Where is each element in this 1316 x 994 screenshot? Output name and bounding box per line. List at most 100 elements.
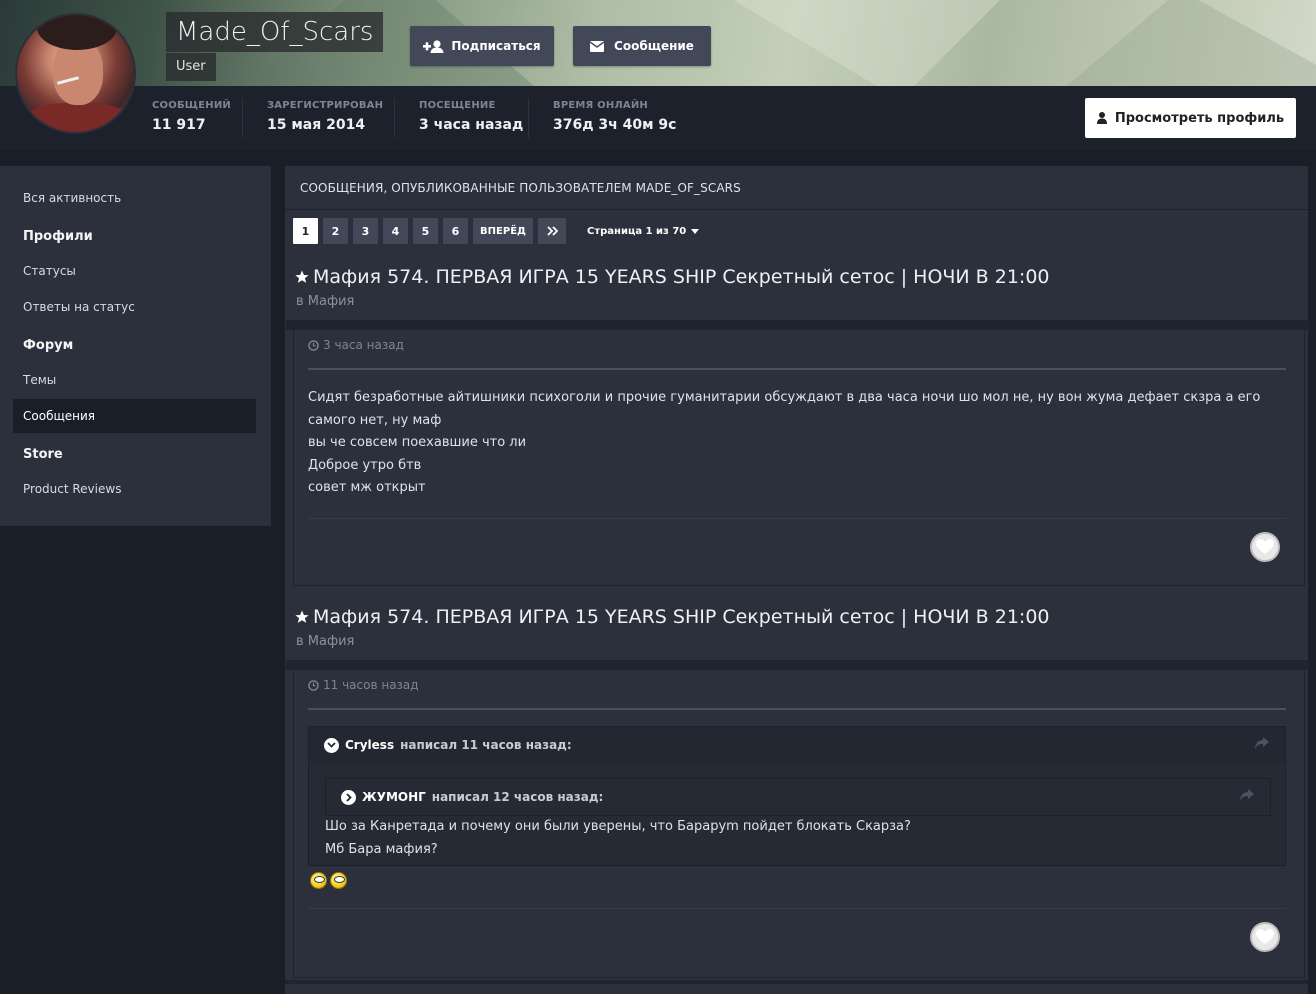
stat-label: ПОСЕЩЕНИЕ (419, 100, 496, 111)
next-page-button[interactable]: ВПЕРЁД (473, 218, 533, 244)
share-icon[interactable] (1240, 789, 1254, 801)
profile-group: User (166, 53, 216, 81)
post-title[interactable]: Мафия 574. ПЕРВАЯ ИГРА 15 YEARS SHIP Сек… (285, 606, 1308, 628)
follow-button[interactable]: Подписаться (410, 26, 554, 66)
page-button-4[interactable]: 4 (383, 218, 408, 244)
stat-last-visit: ПОСЕЩЕНИЕ 3 часа назад (419, 100, 523, 133)
stat-divider (394, 98, 395, 138)
post-title-text: Мафия 574. ПЕРВАЯ ИГРА 15 YEARS SHIP Сек… (313, 266, 1050, 288)
quote-body: Шо за Канретада и почему они были уверен… (325, 816, 911, 861)
message-button[interactable]: Сообщение (573, 26, 711, 66)
post-time[interactable]: 11 часов назад (308, 678, 419, 692)
sidebar-item-posts[interactable]: Сообщения (13, 399, 256, 433)
quote-wrote: написал 11 часов назад: (400, 738, 572, 752)
page-button-5[interactable]: 5 (413, 218, 438, 244)
quote-wrote: написал 12 часов назад: (431, 790, 604, 804)
message-label: Сообщение (614, 39, 694, 53)
star-icon (295, 610, 309, 623)
share-icon[interactable] (1255, 737, 1269, 749)
profile-username: Made_Of_Scars (166, 12, 384, 52)
caret-down-icon (691, 228, 700, 234)
sidebar-item-product-reviews[interactable]: Product Reviews (13, 472, 256, 506)
chevron-down-icon[interactable] (324, 737, 339, 753)
stat-label: ВРЕМЯ ОНЛАЙН (553, 100, 648, 111)
stat-divider (242, 98, 243, 138)
page-info: Страница 1 из 70 (587, 225, 687, 237)
post-header: Мафия 574. ПЕРВАЯ ИГРА 15 YEARS SHIP Сек… (285, 606, 1308, 649)
sidebar-item-statuses[interactable]: Статусы (13, 254, 256, 288)
heart-icon (1256, 539, 1274, 554)
star-icon (295, 270, 309, 283)
stat-value: 11 917 (152, 117, 206, 133)
like-button[interactable] (1250, 532, 1280, 562)
post-line: вы че совсем поехавшие что ли (308, 435, 527, 450)
post-header: Мафия 574. ПЕРВАЯ ИГРА 15 YEARS SHIP Сек… (285, 266, 1308, 309)
last-page-button[interactable] (538, 218, 566, 244)
sidebar-item-all-activity[interactable]: Вся активность (13, 181, 256, 215)
stat-posts: СООБЩЕНИЙ 11 917 (152, 100, 231, 133)
quote-line: Шо за Канретада и почему они были уверен… (325, 819, 911, 834)
quote-block: Cryless написал 11 часов назад: ЖУМОНГ н… (308, 726, 1286, 866)
stat-value: 376д 3ч 40м 9с (553, 117, 677, 133)
page-jump-dropdown[interactable]: Страница 1 из 70 (587, 225, 700, 237)
post-forum[interactable]: в Мафия (285, 294, 1308, 309)
page-button-1[interactable]: 1 (293, 218, 318, 244)
page-button-2[interactable]: 2 (323, 218, 348, 244)
page-button-6[interactable]: 6 (443, 218, 468, 244)
user-icon (1096, 112, 1107, 124)
view-profile-label: Просмотреть профиль (1114, 110, 1285, 126)
post-footer-separator (308, 908, 1286, 909)
post-card: 11 часов назад Cryless написал 11 часов … (286, 660, 1309, 978)
view-profile-button[interactable]: Просмотреть профиль (1085, 98, 1296, 138)
post-divider (286, 320, 1309, 330)
quote-header[interactable]: Cryless написал 11 часов назад: (309, 727, 1285, 763)
post-line: Доброе утро бтв (308, 457, 422, 473)
post-separator (308, 708, 1286, 710)
post-body: Сидят безработные айтишники психоголи и … (308, 387, 1288, 500)
stat-divider (528, 98, 529, 138)
sidebar-heading-forum: Форум (23, 338, 74, 353)
quote-header[interactable]: ЖУМОНГ написал 12 часов назад: (326, 779, 1270, 815)
add-user-icon (423, 39, 444, 53)
post-divider (286, 660, 1309, 670)
sidebar-heading-profiles: Профили (23, 229, 93, 244)
emoji-row (310, 872, 347, 889)
page-title: СООБЩЕНИЯ, ОПУБЛИКОВАННЫЕ ПОЛЬЗОВАТЕЛЕМ … (285, 166, 1308, 210)
sidebar-item-topics[interactable]: Темы (13, 363, 256, 397)
sidebar-heading-store: Store (23, 447, 63, 462)
follow-label: Подписаться (451, 39, 541, 53)
nested-quote: ЖУМОНГ написал 12 часов назад: (325, 778, 1271, 816)
smiley-emoji-icon (330, 872, 347, 889)
post-footer-separator (308, 518, 1286, 519)
clock-icon (308, 679, 319, 691)
sidebar-item-status-replies[interactable]: Ответы на статус (13, 290, 256, 324)
like-button[interactable] (1250, 922, 1280, 952)
post-time[interactable]: 3 часа назад (308, 338, 404, 352)
post-title[interactable]: Мафия 574. ПЕРВАЯ ИГРА 15 YEARS SHIP Сек… (285, 266, 1308, 288)
envelope-icon (590, 40, 605, 52)
post-card: 3 часа назад Сидят безработные айтишники… (286, 320, 1309, 586)
stat-value: 3 часа назад (419, 117, 524, 133)
stat-label: ЗАРЕГИСТРИРОВАН (267, 100, 384, 111)
post-forum[interactable]: в Мафия (285, 634, 1308, 649)
pagination: 1 2 3 4 5 6 ВПЕРЁД Страница 1 из 70 (293, 218, 700, 244)
post-divider (285, 980, 1308, 984)
stat-value: 15 мая 2014 (267, 117, 366, 133)
avatar[interactable] (15, 13, 136, 134)
main-content: СООБЩЕНИЯ, ОПУБЛИКОВАННЫЕ ПОЛЬЗОВАТЕЛЕМ … (285, 166, 1309, 994)
post-separator (308, 368, 1286, 370)
chevron-right-icon[interactable] (341, 789, 356, 805)
stat-joined: ЗАРЕГИСТРИРОВАН 15 мая 2014 (267, 100, 383, 133)
stat-label: СООБЩЕНИЙ (152, 100, 231, 111)
post-line: Сидят безработные айтишники психоголи и … (308, 390, 1261, 428)
page-button-3[interactable]: 3 (353, 218, 378, 244)
heart-icon (1256, 929, 1274, 944)
quote-line: Мб Бара мафия? (325, 841, 438, 857)
post-title-text: Мафия 574. ПЕРВАЯ ИГРА 15 YEARS SHIP Сек… (313, 606, 1050, 628)
post-time-text: 11 часов назад (323, 678, 419, 692)
sidebar: Вся активность Профили Статусы Ответы на… (0, 166, 271, 526)
smiley-emoji-icon (310, 872, 327, 889)
quote-author[interactable]: Cryless (345, 738, 394, 752)
quote-author[interactable]: ЖУМОНГ (362, 790, 426, 804)
clock-icon (308, 339, 319, 351)
